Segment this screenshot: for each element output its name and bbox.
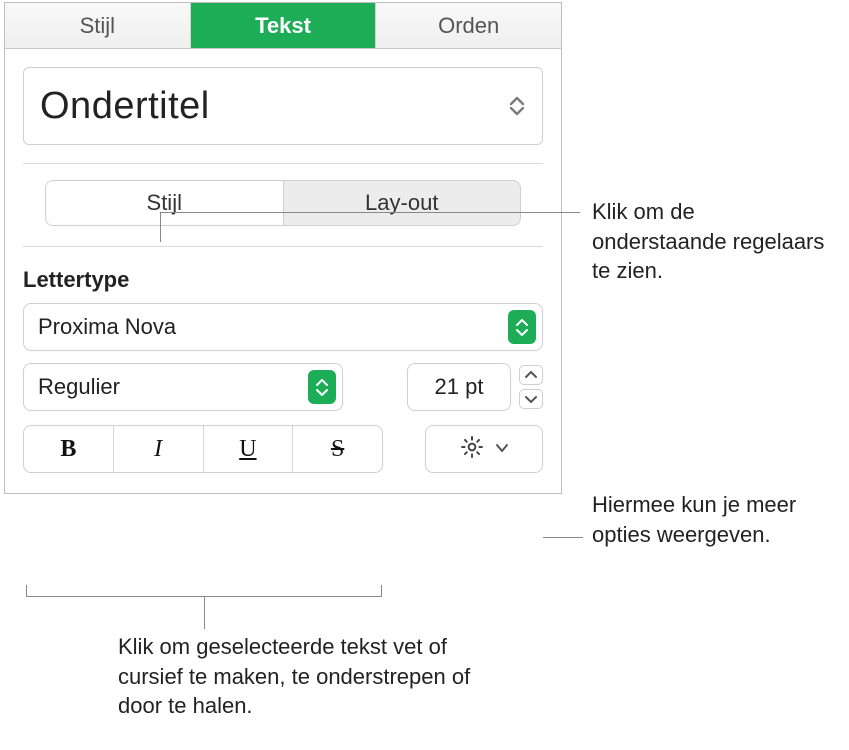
callout-leader: [160, 212, 580, 213]
underline-button[interactable]: U: [203, 426, 293, 472]
select-arrows-icon: [508, 310, 536, 344]
callout-leader: [543, 537, 583, 538]
callout-leader: [160, 212, 161, 242]
tab-text[interactable]: Tekst: [191, 3, 377, 48]
callout-bracket: [26, 585, 382, 597]
paragraph-style-label: Ondertitel: [40, 85, 210, 128]
font-family-value: Proxima Nova: [38, 314, 176, 340]
select-arrows-icon: [308, 370, 336, 404]
top-tabs: Stijl Tekst Orden: [5, 3, 561, 49]
callout-gear: Hiermee kun je meer opties weergeven.: [592, 490, 832, 549]
callout-leader: [204, 597, 205, 629]
font-size-up[interactable]: [519, 365, 543, 385]
font-weight-value: Regulier: [38, 374, 120, 400]
italic-button[interactable]: I: [113, 426, 203, 472]
gear-icon: [459, 434, 485, 465]
segment-style[interactable]: Stijl: [46, 181, 283, 225]
text-style-buttons: B I U S: [23, 425, 383, 473]
chevron-updown-icon: [508, 96, 526, 116]
font-section-label: Lettertype: [23, 267, 543, 293]
font-weight-select[interactable]: Regulier: [23, 363, 343, 411]
font-size-field[interactable]: 21 pt: [407, 363, 511, 411]
divider: [23, 163, 543, 164]
font-family-select[interactable]: Proxima Nova: [23, 303, 543, 351]
bold-button[interactable]: B: [24, 426, 113, 472]
font-size-stepper: [519, 365, 543, 409]
callout-styles: Klik om geselecteerde tekst vet of cursi…: [118, 632, 498, 721]
font-size-down[interactable]: [519, 389, 543, 409]
divider: [23, 246, 543, 247]
paragraph-style-select[interactable]: Ondertitel: [23, 67, 543, 145]
style-layout-segmented: Stijl Lay-out: [45, 180, 521, 226]
strikethrough-button[interactable]: S: [292, 426, 382, 472]
tab-order[interactable]: Orden: [376, 3, 561, 48]
tab-style[interactable]: Stijl: [5, 3, 191, 48]
segment-layout[interactable]: Lay-out: [283, 181, 521, 225]
format-panel: Stijl Tekst Orden Ondertitel Stijl Lay-o…: [4, 2, 562, 494]
more-options-button[interactable]: [425, 425, 543, 473]
chevron-down-icon: [495, 440, 509, 458]
callout-segmented: Klik om de onderstaande regelaars te zie…: [592, 197, 832, 286]
